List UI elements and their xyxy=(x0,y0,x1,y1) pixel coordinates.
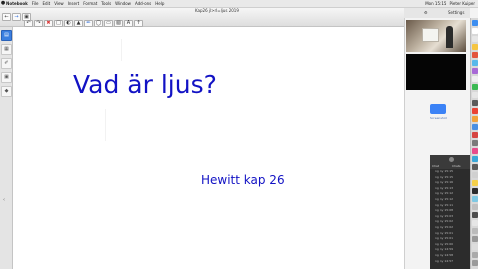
dock-app-icon[interactable] xyxy=(472,220,478,226)
menu-view[interactable]: View xyxy=(54,0,64,7)
slide-title[interactable]: Vad är ljus? xyxy=(73,70,217,99)
dock-app-icon[interactable] xyxy=(472,188,478,194)
slide-subtitle[interactable]: Hewitt kap 26 xyxy=(201,173,285,187)
video-tile-self[interactable] xyxy=(406,54,466,90)
chat-icon[interactable] xyxy=(449,157,454,162)
text-icon[interactable]: A xyxy=(124,20,133,27)
chat-header: Chat Chats xyxy=(430,155,470,169)
dock xyxy=(470,18,478,269)
pen-icon[interactable]: ✏ xyxy=(84,20,93,27)
properties-icon[interactable]: ↑ xyxy=(134,20,143,27)
dock-app-icon[interactable] xyxy=(472,228,478,234)
menu-app-name[interactable]: Notebook xyxy=(6,0,28,7)
dock-app-icon[interactable] xyxy=(472,252,478,258)
menu-window[interactable]: Window xyxy=(115,0,131,7)
dock-app-icon[interactable] xyxy=(472,68,478,74)
toolbar-row-2: ↶ ↷ ✖ □ ◐ ▲ ✏ ◯ ▭ ▧ A ↑ xyxy=(24,20,143,27)
eraser-icon[interactable]: ◯ xyxy=(94,20,103,27)
dock-app-icon[interactable] xyxy=(472,236,478,242)
gallery-icon[interactable]: ▦ xyxy=(1,44,12,55)
dock-app-icon[interactable] xyxy=(472,172,478,178)
collapse-sidebar-icon[interactable]: ‹ xyxy=(3,197,5,203)
chats-tab[interactable]: Chats xyxy=(452,164,461,168)
page-sorter-icon[interactable]: ▤ xyxy=(1,30,12,41)
line-icon[interactable]: ▭ xyxy=(104,20,113,27)
dock-app-icon[interactable] xyxy=(472,84,478,90)
previous-page-icon[interactable]: ← xyxy=(2,13,11,21)
undo-icon[interactable]: ↶ xyxy=(24,20,33,27)
redo-icon[interactable]: ↷ xyxy=(34,20,43,27)
menu-addons[interactable]: Add-ons xyxy=(135,0,151,7)
presenter-silhouette xyxy=(446,26,453,48)
dock-app-icon[interactable] xyxy=(472,132,478,138)
dock-app-icon[interactable] xyxy=(472,100,478,106)
shape-icon[interactable]: ▧ xyxy=(114,20,123,27)
side-panel: ▤ ▦ ✐ ▣ ◆ ‹ xyxy=(0,27,13,269)
clock-text[interactable]: Mon 15:15 xyxy=(425,0,446,7)
menu-edit[interactable]: Edit xyxy=(42,0,50,7)
meeting-panel-header: ⚙ Settings xyxy=(404,8,470,18)
menu-tools[interactable]: Tools xyxy=(101,0,111,7)
whiteboard-canvas[interactable]: Vad är ljus? Hewitt kap 26 xyxy=(13,27,404,269)
chat-list: ng ny 15:15 ng ny 15:15 ng ny 15:16 ng ny 1… xyxy=(430,169,470,269)
chat-entry[interactable]: ng ny 14:57 xyxy=(430,259,470,265)
settings-label[interactable]: Settings xyxy=(448,8,464,18)
dock-app-icon[interactable] xyxy=(472,244,478,250)
share-screen-icon[interactable] xyxy=(430,104,446,114)
properties-tab-icon[interactable]: ▣ xyxy=(1,72,12,83)
dock-app-icon[interactable] xyxy=(472,196,478,202)
screen-shade-icon[interactable]: □ xyxy=(54,20,63,27)
trash-icon[interactable] xyxy=(472,260,478,266)
dock-app-icon[interactable] xyxy=(472,140,478,146)
next-page-icon[interactable]: → xyxy=(12,13,21,21)
dock-app-icon[interactable] xyxy=(472,108,478,114)
faint-mark xyxy=(121,39,122,61)
dock-app-icon[interactable] xyxy=(472,76,478,82)
panel-mid-area: Screenshot xyxy=(430,96,456,120)
dock-app-icon[interactable] xyxy=(472,164,478,170)
dock-app-icon[interactable] xyxy=(472,20,478,26)
menu-insert[interactable]: Insert xyxy=(68,0,79,7)
dock-app-icon[interactable] xyxy=(472,156,478,162)
dock-app-icon[interactable] xyxy=(472,60,478,66)
dock-app-icon[interactable] xyxy=(472,204,478,210)
gear-icon[interactable]: ⚙ xyxy=(424,8,428,18)
toolbar: Kap26 jl>rl=ljus 2019 ← → ▣ ↶ ↷ ✖ □ ◐ ▲ … xyxy=(0,8,404,27)
dock-app-icon[interactable] xyxy=(472,148,478,154)
chat-tab[interactable]: Chat xyxy=(432,164,439,168)
dock-app-icon[interactable] xyxy=(472,180,478,186)
projection-screen xyxy=(422,28,439,42)
dock-app-icon[interactable] xyxy=(472,44,478,50)
menu-format[interactable]: Format xyxy=(83,0,97,7)
dock-app-icon[interactable] xyxy=(472,36,478,42)
window-title: Kap26 jl>rl=ljus 2019 xyxy=(195,8,239,13)
display-icon[interactable]: ◐ xyxy=(64,20,73,27)
attachments-icon[interactable]: ✐ xyxy=(1,58,12,69)
menu-bar: ● Notebook File Edit View Insert Format … xyxy=(0,0,478,8)
dock-app-icon[interactable] xyxy=(472,52,478,58)
dock-app-icon[interactable] xyxy=(472,212,478,218)
dock-app-icon[interactable] xyxy=(472,124,478,130)
addons-icon[interactable]: ◆ xyxy=(1,86,12,97)
video-tile-presenter[interactable] xyxy=(406,20,466,52)
user-name[interactable]: Pieter Kuiper xyxy=(449,0,475,7)
menu-status-area: Mon 15:15 Pieter Kuiper xyxy=(425,0,475,7)
faint-mark xyxy=(105,109,106,141)
menu-help[interactable]: Help xyxy=(155,0,164,7)
dock-app-icon[interactable] xyxy=(472,28,478,34)
dock-app-icon[interactable] xyxy=(472,116,478,122)
select-icon[interactable]: ▲ xyxy=(74,20,83,27)
menu-file[interactable]: File xyxy=(32,0,39,7)
dock-app-icon[interactable] xyxy=(472,92,478,98)
share-label: Screenshot xyxy=(430,116,447,120)
delete-icon[interactable]: ✖ xyxy=(44,20,53,27)
